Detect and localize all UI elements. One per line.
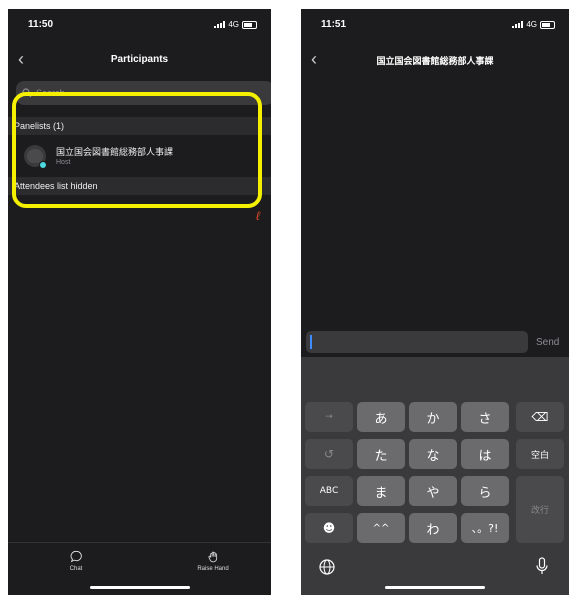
chat-tab[interactable]: Chat bbox=[46, 550, 106, 572]
key-na[interactable]: な bbox=[409, 439, 457, 469]
key-emoji-icon[interactable]: ☻ bbox=[305, 513, 353, 543]
microphone-icon[interactable] bbox=[535, 557, 549, 575]
raise-hand-icon bbox=[207, 551, 217, 563]
key-kaomoji[interactable]: ^^ bbox=[357, 513, 405, 543]
key-sa[interactable]: さ bbox=[461, 402, 509, 432]
status-icons: 4G bbox=[214, 20, 257, 29]
chat-bubble-icon bbox=[70, 550, 82, 563]
raise-hand-tab[interactable]: Raise Hand bbox=[183, 550, 243, 572]
key-punctuation[interactable]: 、。?! bbox=[461, 513, 509, 543]
network-label: 4G bbox=[228, 20, 239, 29]
online-indicator-icon bbox=[39, 161, 47, 169]
message-compose-bar: Send bbox=[301, 327, 569, 357]
key-ma[interactable]: ま bbox=[357, 476, 405, 506]
key-ka[interactable]: か bbox=[409, 402, 457, 432]
network-label: 4G bbox=[526, 20, 537, 29]
message-input[interactable] bbox=[306, 331, 528, 353]
key-ya[interactable]: や bbox=[409, 476, 457, 506]
annotation-mark-icon: ℓ bbox=[256, 209, 260, 223]
battery-icon bbox=[540, 20, 555, 29]
globe-icon[interactable] bbox=[319, 559, 335, 575]
key-ta[interactable]: た bbox=[357, 439, 405, 469]
key-space[interactable]: 空白 bbox=[516, 439, 564, 469]
key-abc[interactable]: ABC bbox=[305, 476, 353, 506]
send-button[interactable]: Send bbox=[536, 337, 559, 348]
key-backspace-icon[interactable]: ⌫ bbox=[516, 402, 564, 432]
key-undo-icon[interactable]: ↺ bbox=[305, 439, 353, 469]
status-icons: 4G bbox=[512, 20, 555, 29]
key-ha[interactable]: は bbox=[461, 439, 509, 469]
home-indicator[interactable] bbox=[89, 586, 190, 589]
status-time: 11:50 bbox=[28, 19, 54, 30]
japanese-keyboard: → あ か さ ⌫ ↺ た な は 空白 ABC ま や ら 改行 ☻ ^^ わ… bbox=[301, 357, 569, 595]
key-a[interactable]: あ bbox=[357, 402, 405, 432]
text-caret bbox=[310, 335, 312, 349]
key-enter[interactable]: 改行 bbox=[516, 476, 564, 543]
signal-icon bbox=[214, 21, 226, 28]
highlight-annotation-box bbox=[12, 92, 262, 208]
signal-icon bbox=[512, 21, 524, 28]
home-indicator[interactable] bbox=[385, 586, 485, 589]
bottom-tab-bar: Chat Raise Hand bbox=[8, 542, 271, 595]
chat-screen: 11:51 4G ‹ 国立国会図書館総務部人事課 Send → あ か さ ⌫ … bbox=[301, 9, 569, 595]
chat-title: 国立国会図書館総務部人事課 bbox=[376, 56, 494, 66]
chat-tab-label: Chat bbox=[69, 566, 83, 572]
page-title: Participants bbox=[110, 54, 169, 65]
key-wa[interactable]: わ bbox=[409, 513, 457, 543]
key-arrow-right[interactable]: → bbox=[305, 402, 353, 432]
status-time: 11:51 bbox=[321, 19, 347, 30]
status-bar: 11:51 4G bbox=[301, 9, 569, 39]
status-bar: 11:50 4G bbox=[8, 9, 271, 39]
key-ra[interactable]: ら bbox=[461, 476, 509, 506]
battery-icon bbox=[242, 20, 257, 29]
raise-hand-tab-label: Raise Hand bbox=[197, 566, 229, 572]
